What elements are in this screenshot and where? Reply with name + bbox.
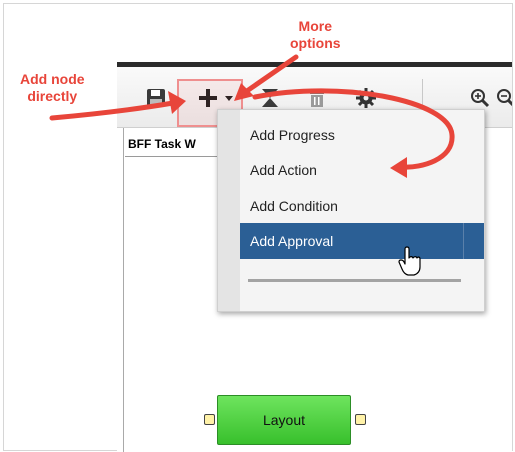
arrow-to-dropdown: [241, 54, 299, 96]
curved-arrow-to-menu: [252, 88, 455, 170]
annotation-arrows: [49, 54, 455, 276]
hand-cursor-icon: [398, 246, 421, 276]
arrow-to-add-button: [49, 100, 176, 121]
curved-arrow-to-menu-head: [390, 157, 407, 178]
arrow-to-add-button-head: [168, 91, 186, 114]
